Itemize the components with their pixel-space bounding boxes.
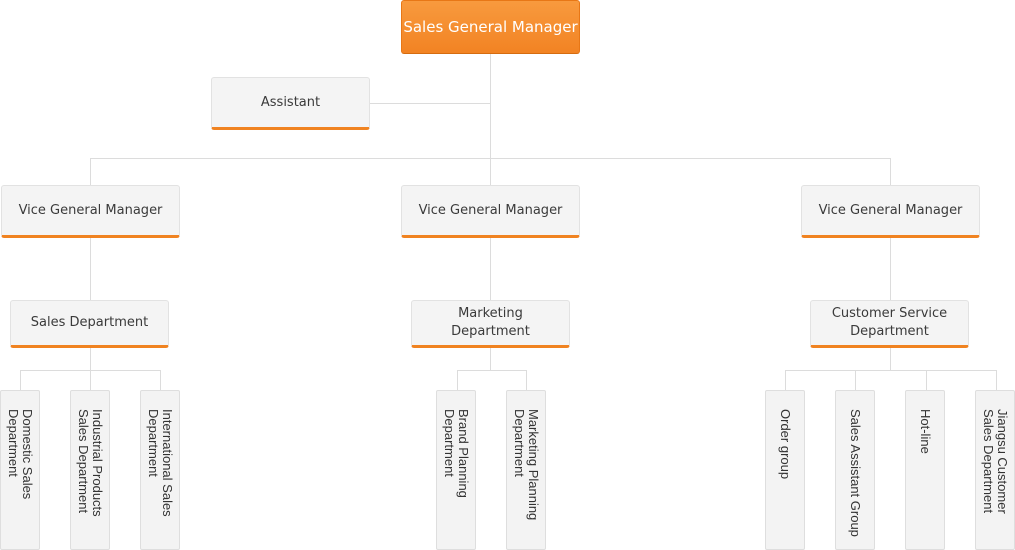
node-order-group[interactable]: Order group [765, 390, 805, 550]
node-sales-assistant-group[interactable]: Sales Assistant Group [835, 390, 875, 550]
node-label: International Sales Department [146, 409, 175, 517]
connector-line [890, 348, 891, 370]
node-customer-service-department[interactable]: Customer Service Department [810, 300, 969, 348]
node-assistant[interactable]: Assistant [211, 77, 370, 130]
node-vice-general-manager-3[interactable]: Vice General Manager [801, 185, 980, 238]
connector-line [490, 54, 491, 159]
connector-line [890, 158, 891, 186]
connector-line [457, 370, 458, 391]
connector-line [90, 158, 91, 186]
connector-line [20, 370, 21, 391]
connector-line [90, 348, 91, 370]
connector-line [370, 103, 490, 104]
connector-line [490, 158, 491, 186]
node-brand-planning-department[interactable]: Brand Planning Department [436, 390, 476, 550]
node-label: Jiangsu Customer Sales Department [981, 409, 1010, 514]
node-label: Marketing Department [451, 306, 530, 339]
node-label: Customer Service Department [831, 306, 948, 339]
connector-line [526, 370, 527, 391]
node-hot-line[interactable]: Hot-line [905, 390, 945, 550]
node-label: Sales General Manager [403, 18, 578, 36]
connector-line [457, 370, 526, 371]
node-label: Sales Assistant Group [848, 409, 863, 537]
node-marketing-planning-department[interactable]: Marketing Planning Department [506, 390, 546, 550]
connector-line [90, 370, 91, 391]
node-vice-general-manager-1[interactable]: Vice General Manager [1, 185, 180, 238]
node-label: Vice General Manager [818, 202, 963, 218]
node-label: Industrial Products Sales Department [76, 409, 105, 517]
connector-line [890, 238, 891, 301]
connector-line [490, 348, 491, 370]
connector-line [926, 370, 927, 391]
node-sales-general-manager[interactable]: Sales General Manager [401, 0, 580, 54]
node-label: Domestic Sales Department [6, 409, 35, 500]
node-label: Sales Department [30, 315, 149, 330]
node-label: Order group [778, 409, 793, 480]
connector-line [996, 370, 997, 391]
node-industrial-products-sales-department[interactable]: Industrial Products Sales Department [70, 390, 110, 550]
node-label: Assistant [260, 94, 321, 110]
connector-line [785, 370, 996, 371]
node-marketing-department[interactable]: Marketing Department [411, 300, 570, 348]
node-label: Vice General Manager [18, 202, 163, 218]
node-international-sales-department[interactable]: International Sales Department [140, 390, 180, 550]
org-chart: Sales General Manager Assistant Vice Gen… [0, 0, 1015, 550]
node-sales-department[interactable]: Sales Department [10, 300, 169, 348]
connector-line [160, 370, 161, 391]
node-domestic-sales-department[interactable]: Domestic Sales Department [0, 390, 40, 550]
connector-line [785, 370, 786, 391]
connector-line [90, 238, 91, 301]
node-vice-general-manager-2[interactable]: Vice General Manager [401, 185, 580, 238]
node-label: Vice General Manager [418, 202, 563, 218]
connector-line [490, 238, 491, 301]
connector-line [855, 370, 856, 391]
node-label: Marketing Planning Department [512, 409, 541, 521]
node-label: Brand Planning Department [442, 409, 471, 498]
node-label: Hot-line [918, 409, 933, 454]
node-jiangsu-customer-sales-department[interactable]: Jiangsu Customer Sales Department [975, 390, 1015, 550]
